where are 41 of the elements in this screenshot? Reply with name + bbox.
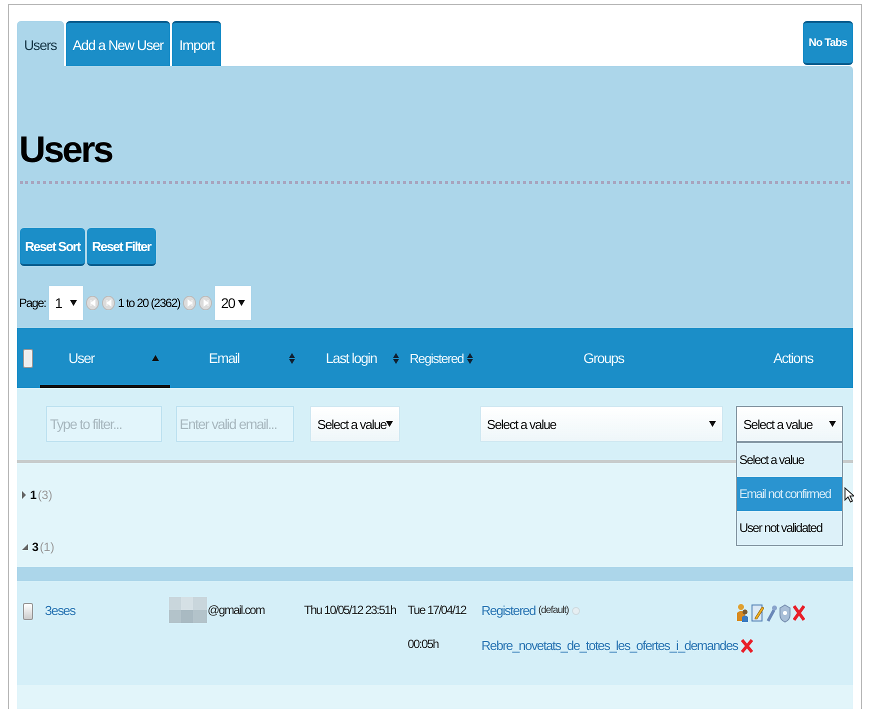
- select-value: 1: [54, 295, 62, 311]
- select-value: Select a value: [317, 416, 386, 432]
- filter-select[interactable]: Select a value: [310, 406, 400, 442]
- dropdown-option[interactable]: Email not confirmed: [737, 477, 842, 511]
- column-header[interactable]: Actions: [773, 350, 813, 366]
- tab[interactable]: Import: [172, 21, 222, 66]
- column-header[interactable]: User: [68, 350, 94, 366]
- select-value: 20: [221, 295, 235, 311]
- column-header[interactable]: Groups: [583, 350, 624, 366]
- page-range: 1 to 20 (2362): [118, 296, 180, 310]
- select-value: Select a value: [743, 416, 812, 432]
- group-count: (3): [38, 488, 52, 502]
- group-label[interactable]: 1: [30, 488, 37, 502]
- page-heading: Users: [19, 130, 114, 170]
- filter-field[interactable]: Type to filter...: [46, 406, 162, 442]
- page-label: Page:: [19, 296, 46, 310]
- group-link[interactable]: Rebre_novetats_de_totes_les_ofertes_i_demandes: [481, 638, 738, 653]
- dropdown-option[interactable]: Select a value: [737, 443, 842, 477]
- group-count: (1): [40, 540, 54, 554]
- toolbar-button[interactable]: Reset Filter: [87, 228, 156, 266]
- group-label[interactable]: 3: [32, 540, 39, 554]
- filter-select[interactable]: Select a value: [480, 406, 724, 442]
- page-size-select[interactable]: 20: [215, 286, 251, 320]
- dropdown-option[interactable]: User not validated: [737, 511, 842, 545]
- user-link[interactable]: 3eses: [44, 603, 76, 618]
- table-cell: Thu 10/05/12 23:51h: [304, 603, 396, 617]
- column-header[interactable]: Last login: [326, 350, 377, 366]
- table-cell: @gmail.com: [207, 603, 264, 617]
- filter-field[interactable]: Enter valid email...: [176, 406, 294, 442]
- column-header[interactable]: Registered: [410, 350, 464, 366]
- tab[interactable]: Users: [17, 21, 64, 66]
- group-link[interactable]: Registered: [481, 603, 536, 618]
- page-select[interactable]: 1: [48, 286, 83, 320]
- table-cell-text: Tue 17/04/12 00:05h: [408, 602, 468, 653]
- column-header[interactable]: Email: [208, 350, 240, 366]
- toolbar-button[interactable]: Reset Sort: [20, 228, 86, 266]
- select-value: Select a value: [486, 416, 556, 432]
- filter-select[interactable]: Select a value: [736, 406, 843, 442]
- default-note: (default): [538, 605, 569, 616]
- tab[interactable]: Add a New User: [66, 21, 170, 66]
- no-tabs-button[interactable]: No Tabs: [802, 21, 853, 65]
